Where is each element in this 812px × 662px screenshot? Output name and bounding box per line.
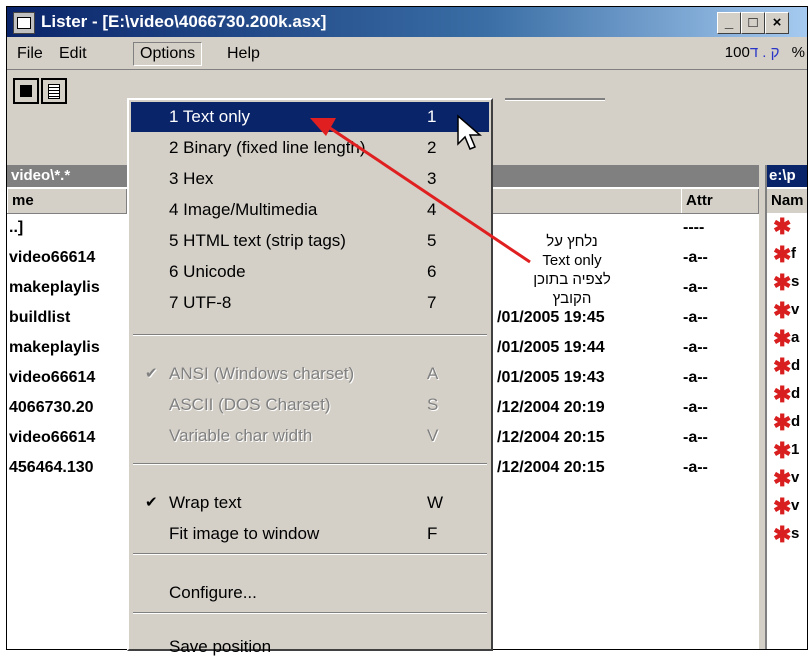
mouse-cursor-icon	[457, 114, 482, 150]
annotation-arrow	[310, 118, 531, 264]
arrow-head	[310, 118, 336, 136]
arrow-shaft	[329, 126, 531, 264]
